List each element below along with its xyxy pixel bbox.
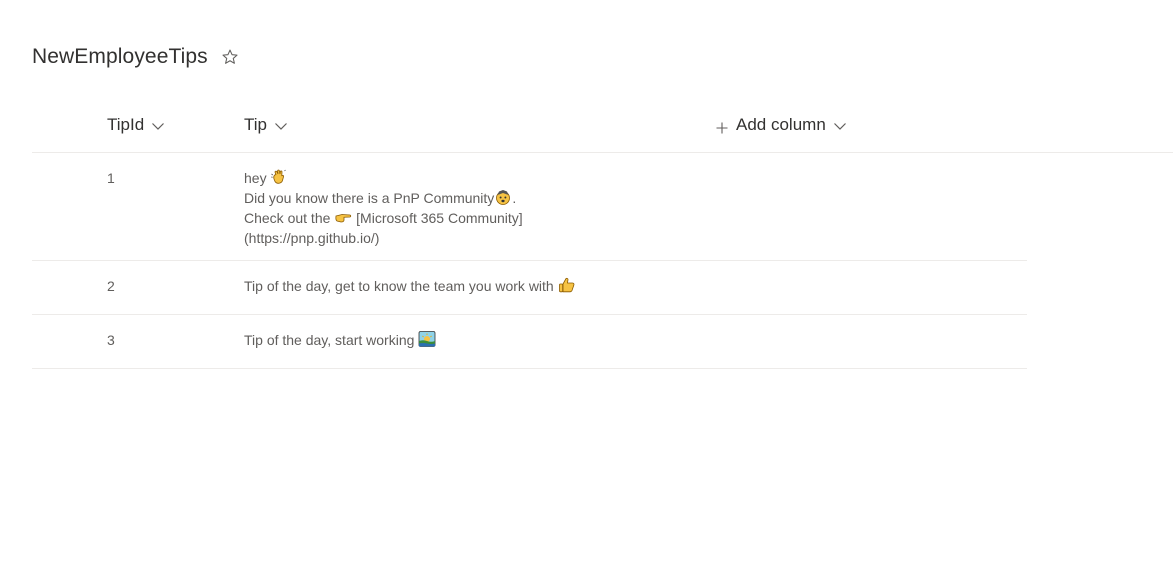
table-row[interactable]: 2 Tip of the day, get to know the team y…: [32, 261, 1027, 315]
star-icon[interactable]: [221, 48, 239, 66]
tip-line: Did you know there is a PnP Community.: [244, 188, 517, 206]
waving-hand-icon: [270, 168, 288, 186]
tipid-cell: 2: [107, 278, 115, 294]
plus-icon: [716, 119, 728, 134]
tip-line: (https://pnp.github.io/): [244, 230, 380, 246]
tip-cell: Tip of the day, start working: [244, 315, 1027, 364]
tip-line: Check out the [Microsoft 365 Community]: [244, 208, 523, 226]
column-header-label: TipId: [107, 115, 145, 134]
add-column-label: Add column: [736, 115, 826, 134]
tipid-cell: 1: [107, 170, 115, 186]
tip-line: Tip of the day, start working: [244, 330, 1027, 350]
mind-blown-icon: [494, 188, 512, 206]
column-header-row: TipId Tip Add column: [32, 98, 1173, 153]
chevron-down-icon: [151, 118, 165, 132]
list-page: NewEmployeeTips TipId Tip Add column 1 h…: [0, 0, 1173, 573]
sunrise-icon: [418, 330, 436, 348]
chevron-down-icon: [833, 118, 847, 132]
column-header-tipid[interactable]: TipId: [107, 98, 165, 152]
thumbs-up-icon: [558, 276, 576, 294]
tip-line: hey: [244, 168, 1027, 188]
add-column-button[interactable]: Add column: [716, 98, 847, 152]
tip-line: Tip of the day, get to know the team you…: [244, 276, 1027, 296]
title-row: NewEmployeeTips: [32, 42, 239, 72]
pointing-right-icon: [334, 208, 352, 226]
table-row[interactable]: 3 Tip of the day, start working: [32, 315, 1027, 369]
tipid-cell: 3: [107, 332, 115, 348]
chevron-down-icon: [274, 118, 288, 132]
table-row[interactable]: 1 hey Did you know there is a PnP Commun…: [32, 153, 1027, 261]
column-header-tip[interactable]: Tip: [244, 98, 288, 152]
page-title: NewEmployeeTips: [32, 45, 208, 68]
column-header-label: Tip: [244, 115, 267, 134]
tip-cell: hey Did you know there is a PnP Communit…: [244, 153, 1027, 262]
tip-cell: Tip of the day, get to know the team you…: [244, 261, 1027, 310]
list-rows: 1 hey Did you know there is a PnP Commun…: [32, 153, 1027, 369]
